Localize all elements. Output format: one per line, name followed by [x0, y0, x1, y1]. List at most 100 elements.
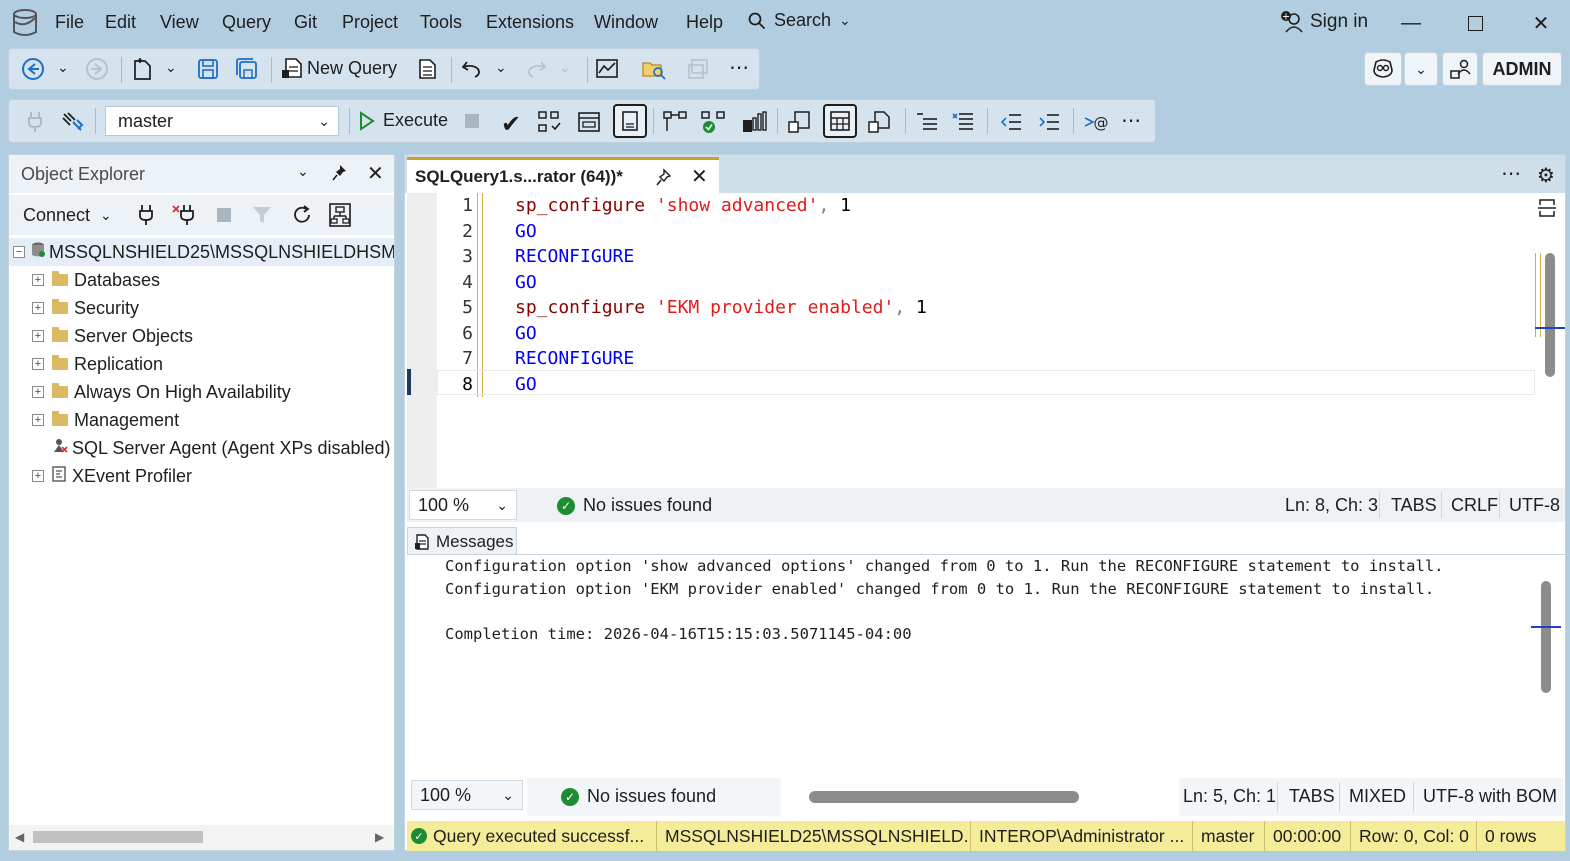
- change-connection-icon[interactable]: [61, 110, 85, 134]
- horizontal-scrollbar-thumb[interactable]: [809, 791, 1079, 803]
- tree-node-server-objects[interactable]: + Server Objects: [9, 322, 394, 350]
- more-options-icon[interactable]: ⋯: [1121, 108, 1141, 133]
- scroll-right-icon[interactable]: ▶: [375, 830, 384, 844]
- results-to-file-icon[interactable]: [867, 110, 891, 134]
- tree-node-databases[interactable]: + Databases: [9, 266, 394, 294]
- new-query-button[interactable]: New Query: [281, 56, 397, 80]
- copilot-button[interactable]: [1364, 52, 1402, 86]
- close-icon[interactable]: ✕: [367, 161, 384, 186]
- estimated-plan-icon[interactable]: [537, 110, 563, 134]
- menu-query[interactable]: Query: [222, 12, 271, 33]
- menu-extensions[interactable]: Extensions: [486, 12, 574, 33]
- decrease-indent-icon[interactable]: [999, 110, 1023, 134]
- more-options-icon[interactable]: ⋯: [729, 55, 749, 80]
- pin-icon[interactable]: [331, 163, 349, 188]
- expand-icon[interactable]: +: [32, 470, 44, 482]
- live-share-button[interactable]: [1442, 52, 1478, 86]
- parse-checkmark-icon[interactable]: ✔: [501, 110, 521, 139]
- save-icon[interactable]: [197, 58, 219, 80]
- expand-icon[interactable]: +: [32, 414, 44, 426]
- connect-plug-icon[interactable]: [137, 203, 155, 232]
- chevron-down-icon[interactable]: ⌄: [57, 59, 69, 76]
- refresh-icon[interactable]: [291, 204, 313, 231]
- tree-node-always-on[interactable]: + Always On High Availability: [9, 378, 394, 406]
- results-to-text-icon[interactable]: [787, 110, 811, 134]
- uncomment-lines-icon[interactable]: [951, 110, 975, 134]
- copilot-menu-button[interactable]: ⌄: [1404, 52, 1438, 86]
- tree-node-xevent-profiler[interactable]: + XEvent Profiler: [9, 462, 394, 490]
- tab-messages[interactable]: Messages: [407, 527, 517, 555]
- menu-git[interactable]: Git: [294, 12, 317, 33]
- save-all-icon[interactable]: [235, 57, 259, 81]
- chevron-down-icon[interactable]: ⌄: [297, 163, 309, 180]
- connect-button[interactable]: Connect ⌄: [23, 205, 112, 226]
- open-folder-search-icon[interactable]: [641, 57, 667, 81]
- indentation-mode[interactable]: TABS: [1289, 786, 1335, 807]
- zoom-select[interactable]: 100 % ⌄: [411, 780, 523, 810]
- issues-indicator[interactable]: ✓ No issues found: [561, 786, 716, 807]
- expand-icon[interactable]: +: [32, 386, 44, 398]
- messages-scrollbar-thumb[interactable]: [1541, 581, 1551, 693]
- scroll-left-icon[interactable]: ◀: [15, 830, 24, 844]
- tree-node-sql-agent[interactable]: SQL Server Agent (Agent XPs disabled): [9, 434, 394, 462]
- close-window-button[interactable]: ✕: [1526, 8, 1556, 38]
- issues-indicator[interactable]: ✓ No issues found: [557, 495, 712, 516]
- zoom-select[interactable]: 100 % ⌄: [409, 490, 517, 520]
- expand-icon[interactable]: +: [32, 302, 44, 314]
- line-endings[interactable]: CRLF: [1451, 495, 1498, 516]
- menu-edit[interactable]: Edit: [105, 12, 136, 33]
- database-select[interactable]: master ⌄: [105, 106, 339, 136]
- script-icon[interactable]: [415, 57, 437, 81]
- pin-icon[interactable]: [655, 168, 673, 193]
- file-encoding[interactable]: UTF-8 with BOM: [1423, 786, 1557, 807]
- chevron-down-icon[interactable]: ⌄: [495, 59, 507, 76]
- menu-view[interactable]: View: [160, 12, 199, 33]
- undo-icon[interactable]: [461, 58, 483, 80]
- code-editor[interactable]: 1 2 3 4 5 6 7 8 sp_configure 'show advan…: [407, 193, 1565, 488]
- menu-file[interactable]: File: [55, 12, 84, 33]
- expand-icon[interactable]: +: [32, 330, 44, 342]
- split-editor-icon[interactable]: [1537, 197, 1557, 224]
- sign-in-button[interactable]: + Sign in: [1280, 10, 1368, 34]
- navigate-back-icon[interactable]: [21, 57, 45, 81]
- client-statistics-icon[interactable]: [741, 110, 767, 134]
- menu-project[interactable]: Project: [342, 12, 398, 33]
- scrollbar-thumb[interactable]: [33, 831, 203, 843]
- comment-lines-icon[interactable]: [915, 110, 939, 134]
- expand-icon[interactable]: +: [32, 358, 44, 370]
- live-query-stats-icon[interactable]: [701, 110, 727, 134]
- tab-sqlquery1[interactable]: SQLQuery1.s...rator (64))* ✕: [407, 157, 719, 193]
- line-endings[interactable]: MIXED: [1349, 786, 1406, 807]
- specify-template-parameters-icon[interactable]: @: [1083, 110, 1111, 134]
- increase-indent-icon[interactable]: [1037, 110, 1061, 134]
- new-project-icon[interactable]: [131, 57, 153, 81]
- collapse-icon[interactable]: −: [13, 246, 25, 258]
- intellisense-toggle-icon[interactable]: [613, 104, 647, 138]
- menu-help[interactable]: Help: [686, 12, 723, 33]
- minimize-button[interactable]: —: [1396, 8, 1426, 38]
- cursor-position[interactable]: Ln: 5, Ch: 1: [1183, 786, 1276, 807]
- include-actual-plan-icon[interactable]: [663, 110, 689, 134]
- results-to-grid-icon[interactable]: [823, 104, 857, 138]
- gear-icon[interactable]: ⚙: [1537, 163, 1555, 188]
- server-node[interactable]: − MSSQLNSHIELD25\MSSQLNSHIELDHSM (S: [9, 238, 394, 266]
- menu-window[interactable]: Window: [594, 12, 658, 33]
- more-options-icon[interactable]: ⋯: [1501, 161, 1521, 186]
- search-box[interactable]: Search ⌄: [748, 10, 851, 31]
- activity-monitor-icon[interactable]: [595, 57, 619, 81]
- messages-output[interactable]: Configuration option 'show advanced opti…: [407, 554, 1565, 776]
- maximize-button[interactable]: [1460, 8, 1490, 38]
- tree-node-security[interactable]: + Security: [9, 294, 394, 322]
- execute-button[interactable]: Execute: [359, 110, 448, 131]
- horizontal-scrollbar[interactable]: ◀ ▶: [9, 825, 394, 850]
- query-options-icon[interactable]: [577, 110, 601, 134]
- cursor-position[interactable]: Ln: 8, Ch: 3: [1285, 495, 1378, 516]
- close-tab-icon[interactable]: ✕: [691, 164, 708, 189]
- file-encoding[interactable]: UTF-8: [1509, 495, 1560, 516]
- activity-monitor-icon[interactable]: [329, 203, 351, 232]
- menu-tools[interactable]: Tools: [420, 12, 462, 33]
- expand-icon[interactable]: +: [32, 274, 44, 286]
- tree-node-replication[interactable]: + Replication: [9, 350, 394, 378]
- chevron-down-icon[interactable]: ⌄: [165, 59, 177, 76]
- indentation-mode[interactable]: TABS: [1391, 495, 1437, 516]
